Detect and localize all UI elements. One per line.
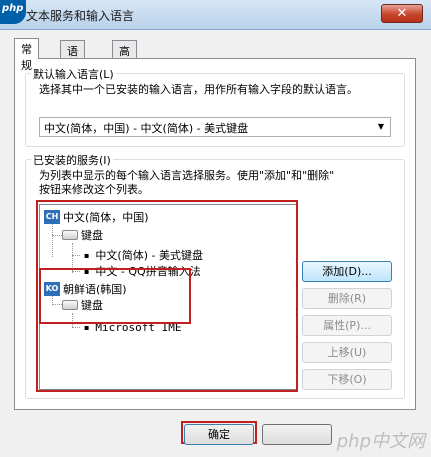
tree-node-chinese-keyboard-label: 键盘 xyxy=(81,229,103,242)
tab-general[interactable]: 常规 xyxy=(14,38,39,72)
installed-services-label: 已安装的服务(I) xyxy=(31,152,113,168)
tree-item-microsoft-ime[interactable]: ▪ Microsoft IME xyxy=(84,319,182,335)
close-button[interactable]: ✕ xyxy=(381,4,423,23)
tree-item-us-keyboard-label: 中文(简体) - 美式键盘 xyxy=(95,249,203,262)
watermark: php中文网 xyxy=(336,431,425,452)
ok-button[interactable]: 确定 xyxy=(184,424,254,445)
tree-node-korean-keyboard-label: 键盘 xyxy=(81,299,103,312)
tree-item-qq-pinyin[interactable]: ▪ 中文 - QQ拼音输入法 xyxy=(84,263,201,279)
default-language-value: 中文(简体，中国) - 中文(简体) - 美式键盘 xyxy=(44,122,249,135)
properties-button[interactable]: 属性(P)... xyxy=(302,315,392,336)
move-up-button[interactable]: 上移(U) xyxy=(302,342,392,363)
tree-node-chinese-label: 中文(简体，中国) xyxy=(63,211,149,224)
default-language-select[interactable]: 中文(简体，中国) - 中文(简体) - 美式键盘 ▼ xyxy=(39,117,391,137)
tree-node-korean-keyboard[interactable]: 键盘 xyxy=(62,297,103,313)
tab-panel-general: 默认输入语言(L) 选择其中一个已安装的输入语言，用作所有输入字段的默认语言。 … xyxy=(14,58,416,410)
tree-node-korean-label: 朝鲜语(韩国) xyxy=(63,283,127,296)
keyboard-icon xyxy=(62,230,78,240)
title-bar: php 文本服务和输入语言 ✕ xyxy=(0,0,431,30)
tree-item-microsoft-ime-label: Microsoft IME xyxy=(95,320,182,334)
installed-services-description-1: 为列表中显示的每个输入语言选择服务。使用"添加"和"删除" xyxy=(39,169,335,182)
language-badge-icon: CH xyxy=(44,210,60,224)
language-badge-icon: KO xyxy=(44,282,60,296)
php-logo: php xyxy=(0,0,26,24)
tree-node-chinese[interactable]: CH 中文(简体，中国) xyxy=(44,209,149,225)
bullet-icon: ▪ xyxy=(84,266,90,276)
chevron-down-icon[interactable]: ▼ xyxy=(374,120,388,134)
installed-services-description-2: 按钮来修改这个列表。 xyxy=(39,183,149,196)
add-button[interactable]: 添加(D)... xyxy=(302,261,392,282)
tree-item-us-keyboard[interactable]: ▪ 中文(简体) - 美式键盘 xyxy=(84,247,203,263)
tab-language-bar[interactable]: 语言栏 xyxy=(60,40,85,90)
remove-button[interactable]: 删除(R) xyxy=(302,288,392,309)
default-language-label: 默认输入语言(L) xyxy=(31,66,116,82)
tab-advanced-key-settings[interactable]: 高级键设置 xyxy=(112,40,137,122)
window-title: 文本服务和输入语言 xyxy=(26,9,135,23)
tree-item-qq-pinyin-label: 中文 - QQ拼音输入法 xyxy=(95,265,201,278)
cancel-button[interactable] xyxy=(262,424,332,445)
installed-services-tree[interactable]: CH 中文(简体，中国) 键盘 ▪ 中文(简体) - 美式键盘 ▪ 中文 - Q… xyxy=(39,204,297,390)
tree-node-korean[interactable]: KO 朝鲜语(韩国) xyxy=(44,281,127,297)
tree-node-chinese-keyboard[interactable]: 键盘 xyxy=(62,227,103,243)
bullet-icon: ▪ xyxy=(84,322,90,332)
default-language-description: 选择其中一个已安装的输入语言，用作所有输入字段的默认语言。 xyxy=(39,83,358,96)
move-down-button[interactable]: 下移(O) xyxy=(302,369,392,390)
keyboard-icon xyxy=(62,300,78,310)
bullet-icon: ▪ xyxy=(84,250,90,260)
